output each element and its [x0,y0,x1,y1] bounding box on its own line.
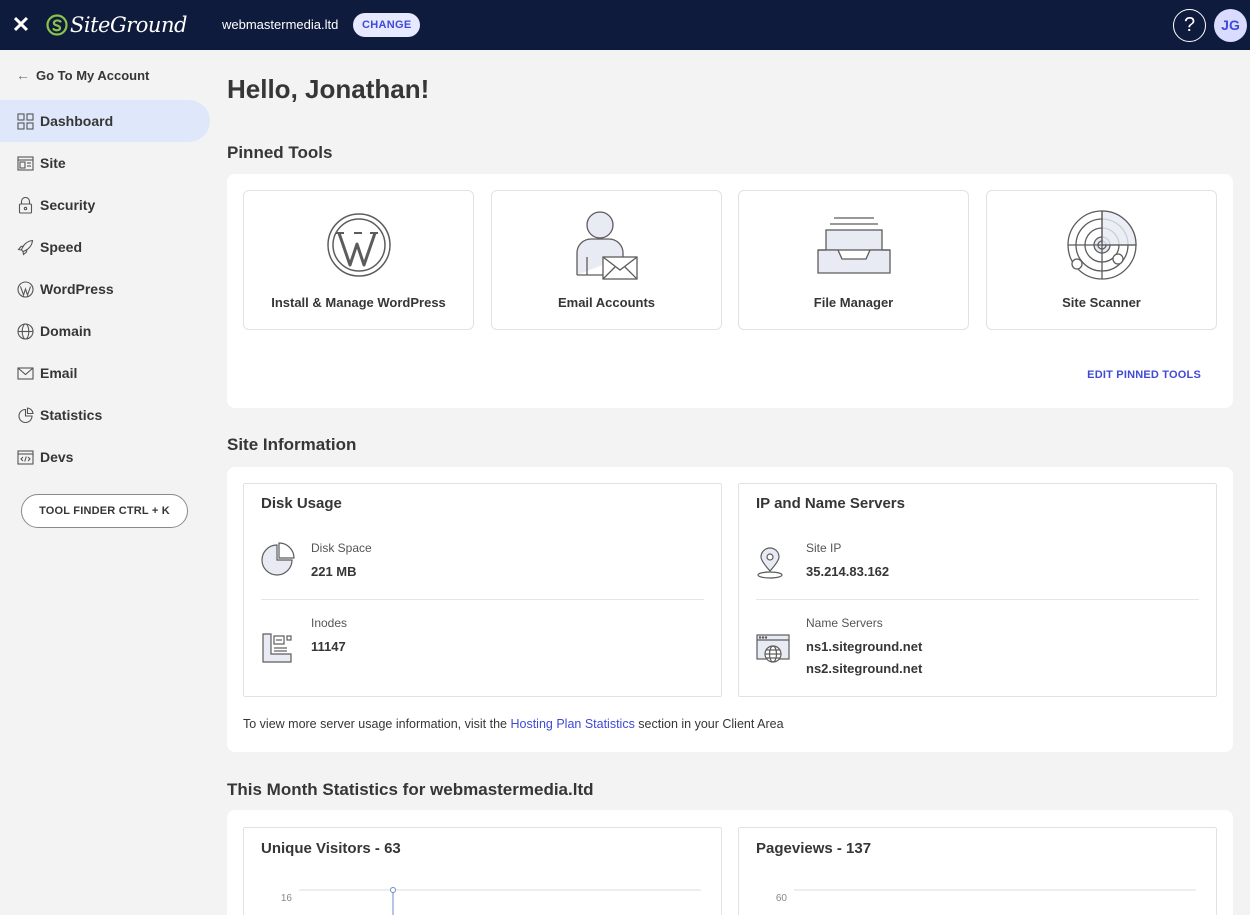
page-title: Hello, Jonathan! [227,74,430,104]
tool-label: Install & Manage WordPress [271,295,446,310]
disk-usage-title: Disk Usage [261,495,342,512]
back-link-label: Go To My Account [36,67,150,83]
pageviews-title: Pageviews - 137 [756,840,872,857]
axis-tick-label: 60 [776,893,788,904]
arrow-left-icon: ← [16,67,30,83]
sidebar-item-label: Email [40,365,78,381]
note-text-before: To view more server usage information, v… [243,717,511,731]
inodes-label: Inodes [311,616,348,630]
tool-label: Email Accounts [557,295,656,310]
disk-pie-icon [261,542,295,576]
tool-label: File Manager [813,295,894,310]
sidebar-item-security[interactable]: Security [0,184,210,226]
pageviews-panel: Pageviews - 137 60 [738,827,1217,915]
sidebar-item-label: Speed [40,239,83,255]
site-information-title: Site Information [227,435,357,454]
site-ip-label: Site IP [806,541,842,555]
close-icon[interactable]: ✕ [10,12,32,38]
sidebar-item-label: Statistics [40,407,103,423]
sidebar-item-wordpress[interactable]: WordPress [0,268,210,310]
sidebar-item-label: Site [40,155,66,171]
site-icon [16,154,34,172]
data-point[interactable] [390,887,396,893]
sidebar-item-domain[interactable]: Domain [0,310,210,352]
top-bar: ✕ SiteGround webmastermedia.ltd CHANGE ?… [0,0,1250,50]
disk-space-value: 221 MB [311,564,357,579]
divider [261,599,704,600]
site-information-card: Disk Usage Disk Space 221 MB Inodes 1114… [227,467,1233,752]
siteground-logo[interactable]: SiteGround [46,11,187,39]
name-server-globe-icon [756,634,790,663]
name-servers-label: Name Servers [806,616,883,630]
tool-install-wordpress[interactable]: Install & Manage WordPress [243,190,474,330]
pageviews-chart: 60 [776,889,1196,904]
inodes-icon [262,633,292,663]
pinned-tools-title: Pinned Tools [227,143,333,162]
email-accounts-icon [576,211,638,280]
radar-icon [1067,210,1137,280]
grid-icon [16,112,34,130]
inodes-value: 11147 [311,639,346,654]
server-usage-note: To view more server usage information, v… [243,717,784,731]
tool-site-scanner[interactable]: Site Scanner [986,190,1217,330]
name-server-2: ns2.siteground.net [806,661,923,676]
siteground-logo-icon [46,14,68,36]
site-ip-value: 35.214.83.162 [806,564,890,579]
axis-tick-label: 16 [281,893,293,904]
sidebar-item-speed[interactable]: Speed [0,226,210,268]
tool-label: Site Scanner [1062,295,1141,310]
sidebar-item-label: Devs [40,449,74,465]
edit-pinned-tools-link[interactable]: EDIT PINNED TOOLS [1087,369,1201,381]
statistics-card: Unique Visitors - 63 16 Pageviews - 137 … [227,810,1233,915]
sidebar-item-label: Security [40,197,96,213]
disk-space-label: Disk Space [311,541,372,555]
sidebar-item-dashboard[interactable]: Dashboard [0,100,210,142]
ip-name-servers-title: IP and Name Servers [756,495,905,512]
sidebar-item-label: Dashboard [40,113,114,129]
sidebar-item-devs[interactable]: Devs [0,436,210,478]
location-pin-icon [757,547,783,579]
unique-visitors-panel: Unique Visitors - 63 16 [243,827,722,915]
help-icon[interactable]: ? [1173,9,1206,42]
note-text-after: section in your Client Area [634,717,784,731]
tool-file-manager[interactable]: File Manager [738,190,969,330]
hosting-plan-statistics-link[interactable]: Hosting Plan Statistics [510,717,634,731]
file-tray-icon [817,217,891,274]
sidebar-item-email[interactable]: Email [0,352,210,394]
envelope-icon [16,364,34,382]
current-domain: webmastermedia.ltd [222,17,339,32]
sidebar-item-label: Domain [40,323,92,339]
sidebar: ← Go To My Account Dashboard Site Securi… [0,50,210,915]
globe-icon [16,322,34,340]
disk-usage-panel: Disk Usage Disk Space 221 MB Inodes 1114… [243,483,722,697]
sidebar-item-site[interactable]: Site [0,142,210,184]
pinned-tools-card: Install & Manage WordPress Email Account… [227,174,1233,408]
statistics-title: This Month Statistics for webmastermedia… [227,780,594,799]
tool-finder-button[interactable]: TOOL FINDER CTRL + K [21,494,188,528]
pie-chart-icon [16,406,34,424]
divider [756,599,1199,600]
unique-visitors-title: Unique Visitors - 63 [261,840,401,857]
name-server-1: ns1.siteground.net [806,639,923,654]
sidebar-item-label: WordPress [40,281,114,297]
sidebar-item-statistics[interactable]: Statistics [0,394,210,436]
ip-name-servers-panel: IP and Name Servers Site IP 35.214.83.16… [738,483,1217,697]
rocket-icon [16,238,34,256]
unique-visitors-chart: 16 [281,887,701,915]
change-domain-button[interactable]: CHANGE [353,13,421,37]
avatar[interactable]: JG [1214,9,1247,42]
go-to-my-account-link[interactable]: ← Go To My Account [16,67,149,83]
tool-email-accounts[interactable]: Email Accounts [491,190,722,330]
lock-icon [16,196,34,214]
wordpress-logo-icon [327,213,391,277]
wordpress-icon [16,280,34,298]
logo-text: SiteGround [70,13,187,37]
code-icon [16,448,34,466]
